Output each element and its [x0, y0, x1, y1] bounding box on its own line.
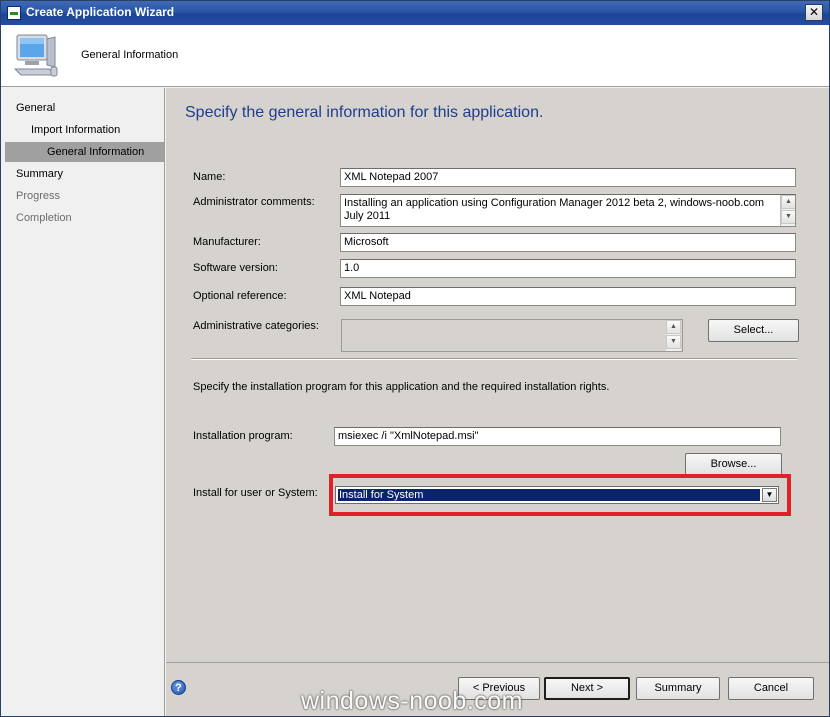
- page-title: Specify the general information for this…: [185, 104, 544, 121]
- section-divider: [191, 358, 797, 360]
- scroll-up-icon[interactable]: ▲: [781, 195, 795, 209]
- sidebar-item-general-information[interactable]: General Information: [5, 142, 165, 162]
- administrator-comments-label: Administrator comments:: [193, 196, 315, 208]
- name-field[interactable]: XML Notepad 2007: [340, 168, 796, 187]
- software-version-field[interactable]: 1.0: [340, 259, 796, 278]
- next-button[interactable]: Next >: [544, 677, 630, 700]
- sidebar-item-summary[interactable]: Summary: [16, 164, 156, 184]
- scroll-down-icon[interactable]: ▼: [666, 335, 681, 349]
- sidebar-item-completion: Completion: [16, 212, 72, 224]
- wizard-header: General Information: [1, 25, 829, 87]
- wizard-app-icon: [7, 6, 21, 20]
- optional-reference-label: Optional reference:: [193, 290, 287, 302]
- installation-program-label: Installation program:: [193, 430, 293, 442]
- categories-scrollbar[interactable]: ▲ ▼: [666, 320, 681, 351]
- wizard-window: Create Application Wizard ✕ General Info…: [0, 0, 830, 717]
- browse-button[interactable]: Browse...: [685, 453, 782, 476]
- manufacturer-label: Manufacturer:: [193, 236, 261, 248]
- help-icon[interactable]: ?: [171, 680, 186, 695]
- installation-program-field[interactable]: msiexec /i "XmlNotepad.msi": [334, 427, 781, 446]
- select-categories-button[interactable]: Select...: [708, 319, 799, 342]
- highlight-box: [329, 474, 791, 516]
- wizard-steps-sidebar: General Import Information General Infor…: [1, 88, 165, 716]
- scroll-down-icon[interactable]: ▼: [781, 210, 795, 224]
- install-instructions-text: Specify the installation program for thi…: [193, 381, 610, 393]
- cancel-button[interactable]: Cancel: [728, 677, 814, 700]
- administrator-comments-text: Installing an application using Configur…: [344, 197, 765, 222]
- name-label: Name:: [193, 171, 226, 183]
- wizard-content: Specify the general information for this…: [166, 88, 829, 662]
- administrator-comments-field[interactable]: Installing an application using Configur…: [340, 194, 796, 227]
- header-title: General Information: [81, 49, 179, 61]
- manufacturer-field[interactable]: Microsoft: [340, 233, 796, 252]
- scroll-up-icon[interactable]: ▲: [666, 320, 681, 334]
- close-button[interactable]: ✕: [805, 4, 823, 21]
- administrative-categories-list[interactable]: [341, 319, 683, 352]
- computer-icon: [13, 34, 58, 77]
- sidebar-item-general[interactable]: General: [16, 98, 156, 118]
- optional-reference-field[interactable]: XML Notepad: [340, 287, 796, 306]
- watermark-text: windows-noob.com: [301, 687, 523, 715]
- window-title: Create Application Wizard: [26, 5, 175, 19]
- administrative-categories-label: Administrative categories:: [193, 320, 319, 332]
- summary-button[interactable]: Summary: [636, 677, 720, 700]
- install-for-label: Install for user or System:: [193, 487, 318, 499]
- title-bar[interactable]: Create Application Wizard ✕: [1, 1, 829, 25]
- sidebar-item-progress: Progress: [16, 190, 61, 202]
- comments-scrollbar[interactable]: ▲ ▼: [780, 195, 795, 226]
- software-version-label: Software version:: [193, 262, 278, 274]
- sidebar-item-import-information[interactable]: Import Information: [31, 120, 156, 140]
